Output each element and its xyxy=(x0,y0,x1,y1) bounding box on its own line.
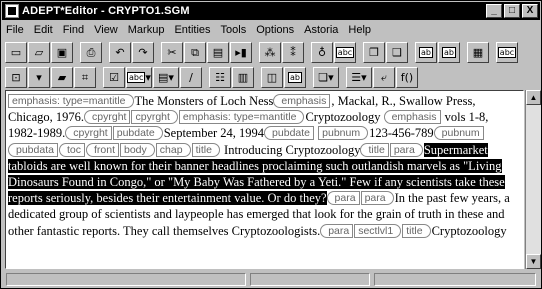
tag-pubdate-close[interactable]: pubdate xyxy=(264,126,315,141)
scroll-down-icon[interactable]: ▼ xyxy=(526,254,541,269)
document-editor[interactable]: emphasis: type=mantitle The Monsters of L… xyxy=(5,90,524,269)
cut-icon[interactable]: ✂ xyxy=(161,41,183,63)
menu-entities[interactable]: Entities xyxy=(174,24,210,36)
mark-icon[interactable]: ▰ xyxy=(51,66,73,88)
tag-title-open[interactable]: title xyxy=(191,142,220,157)
menu-markup[interactable]: Markup xyxy=(128,24,165,36)
book-icon[interactable]: ❐ xyxy=(363,41,385,63)
tag-front-close[interactable]: front xyxy=(85,142,119,157)
paste-icon[interactable]: ▤ xyxy=(207,41,229,63)
tag-cpyrght-close[interactable]: cpyrght xyxy=(84,110,131,125)
tag-pubnum-open[interactable]: pubnum xyxy=(318,126,369,141)
menu-bar: File Edit Find View Markup Entities Tool… xyxy=(2,21,540,38)
table-icon[interactable]: ▦ xyxy=(467,41,489,63)
status-cell-mid xyxy=(250,273,370,286)
spell2-icon[interactable]: ab xyxy=(438,41,460,63)
move-icon[interactable]: ▸▮ xyxy=(230,41,252,63)
abc-find-icon[interactable]: abc xyxy=(334,41,356,63)
redo-icon[interactable]: ↷ xyxy=(132,41,154,63)
tags-icon[interactable]: ⁂ xyxy=(259,41,281,63)
tag-emphasis-open[interactable]: emphasis: type=mantitle xyxy=(178,110,305,125)
style-icon[interactable]: ∕ xyxy=(180,66,202,88)
tag-title-close[interactable]: title xyxy=(360,142,389,157)
link-icon[interactable]: ⤶ xyxy=(373,66,395,88)
maximize-button[interactable]: □ xyxy=(504,4,520,18)
scroll-track[interactable] xyxy=(526,105,541,254)
tag-para-close[interactable]: para xyxy=(320,223,354,238)
tag-emphasis-close[interactable]: emphasis xyxy=(273,94,331,108)
scroll-up-icon[interactable]: ▲ xyxy=(526,90,541,105)
menu-astoria[interactable]: Astoria xyxy=(304,24,338,36)
layout-icon[interactable]: ☷ xyxy=(209,66,231,88)
tag-toc-close[interactable]: toc xyxy=(58,142,85,157)
text-run: 123-456-789 xyxy=(369,126,434,141)
find-icon[interactable]: ♁ xyxy=(311,41,333,63)
tag-para-open[interactable]: para xyxy=(389,142,423,157)
text-run: Cryptozoology xyxy=(431,223,507,238)
tag-title-open[interactable]: title xyxy=(402,223,431,238)
print-icon[interactable]: ⎙ xyxy=(80,41,102,63)
app-icon[interactable] xyxy=(5,4,19,18)
tag-body-open[interactable]: body xyxy=(120,142,155,157)
zoom-icon[interactable]: ⊡ xyxy=(5,66,27,88)
status-bar xyxy=(2,271,540,288)
title-bar: ADEPT*Editor - CRYPTO1.SGM _ □ X xyxy=(2,2,540,20)
entity-icon[interactable]: ☑ xyxy=(103,66,125,88)
tag-chap-open[interactable]: chap xyxy=(155,142,191,157)
vertical-scrollbar[interactable]: ▲ ▼ xyxy=(525,90,541,269)
open-icon[interactable]: ▱ xyxy=(28,41,50,63)
book2-icon[interactable]: ❑ xyxy=(386,41,408,63)
menu-edit[interactable]: Edit xyxy=(34,24,53,36)
f-icon[interactable]: f() xyxy=(396,66,418,88)
toolbar-main: ▭ ▱ ▣ ⎙ ↶ ↷ ✂ ⧉ ▤ ▸▮ ⁂ ⁑ ♁ abc ❐ ❑ ab ab… xyxy=(5,40,537,64)
tag-cpyrght-open[interactable]: cpyrght xyxy=(131,110,178,125)
tag-para-open[interactable]: para xyxy=(360,191,394,206)
text-run: September 24, 1994 xyxy=(163,126,265,141)
menu-help[interactable]: Help xyxy=(348,24,371,36)
toolbar-markup: ⊡ ▾ ▰ ⌗ ☑ abc ▾ ▤▾ ∕ ☷ ▥ ◫ ab ❏▾ ☰▾ ⤶ f() xyxy=(5,65,537,89)
menu-file[interactable]: File xyxy=(6,24,24,36)
text-run: The Monsters of Loch Ness xyxy=(134,94,274,108)
tag-cpyrght-close[interactable]: cpyrght xyxy=(65,126,112,141)
status-cell-right xyxy=(374,273,536,286)
minimize-button[interactable]: _ xyxy=(486,4,502,18)
tag-para-close[interactable]: para xyxy=(326,191,360,206)
copy-icon[interactable]: ⧉ xyxy=(184,41,206,63)
tag-sectlvl1-open[interactable]: sectlvl1 xyxy=(354,223,402,238)
save-icon[interactable]: ▣ xyxy=(51,41,73,63)
status-cell-main xyxy=(6,273,246,286)
tag-pubdate-open[interactable]: pubdate xyxy=(112,126,163,141)
page-icon[interactable]: ❏▾ xyxy=(313,66,339,88)
field-icon[interactable]: ☰▾ xyxy=(346,66,372,88)
tags2-icon[interactable]: ⁑ xyxy=(282,41,304,63)
abc-dropdown-icon[interactable]: abc ▾ xyxy=(126,66,152,88)
document-text[interactable]: emphasis: type=mantitle The Monsters of L… xyxy=(8,93,520,239)
menu-options[interactable]: Options xyxy=(256,24,294,36)
tag-emphasis-open[interactable]: emphasis: type=mantitle xyxy=(8,94,134,108)
text-run: Cryptozoology xyxy=(305,110,381,125)
menu-view[interactable]: View xyxy=(94,24,118,36)
list-dropdown-icon[interactable]: ▤▾ xyxy=(153,66,179,88)
window-title: ADEPT*Editor - CRYPTO1.SGM xyxy=(22,5,190,17)
close-button[interactable]: X xyxy=(522,4,538,18)
tree-icon[interactable]: ▥ xyxy=(232,66,254,88)
text-run: Introducing Cryptozoology xyxy=(224,142,361,157)
editor-window: ADEPT*Editor - CRYPTO1.SGM _ □ X File Ed… xyxy=(0,0,542,289)
menu-tools[interactable]: Tools xyxy=(221,24,247,36)
tag-pubdata-close[interactable]: pubdata xyxy=(8,142,58,157)
spell-icon[interactable]: ab xyxy=(415,41,437,63)
view-icon[interactable]: ◫ xyxy=(261,66,283,88)
frame-icon[interactable]: ⌗ xyxy=(74,66,96,88)
book3-icon[interactable]: ab xyxy=(284,66,306,88)
abc-icon[interactable]: abc xyxy=(496,41,518,63)
tag-pubnum-close[interactable]: pubnum xyxy=(433,126,484,141)
tag-emphasis-close[interactable]: emphasis xyxy=(383,110,441,125)
insert-icon[interactable]: ▾ xyxy=(28,66,50,88)
new-icon[interactable]: ▭ xyxy=(5,41,27,63)
undo-icon[interactable]: ↶ xyxy=(109,41,131,63)
menu-find[interactable]: Find xyxy=(63,24,84,36)
